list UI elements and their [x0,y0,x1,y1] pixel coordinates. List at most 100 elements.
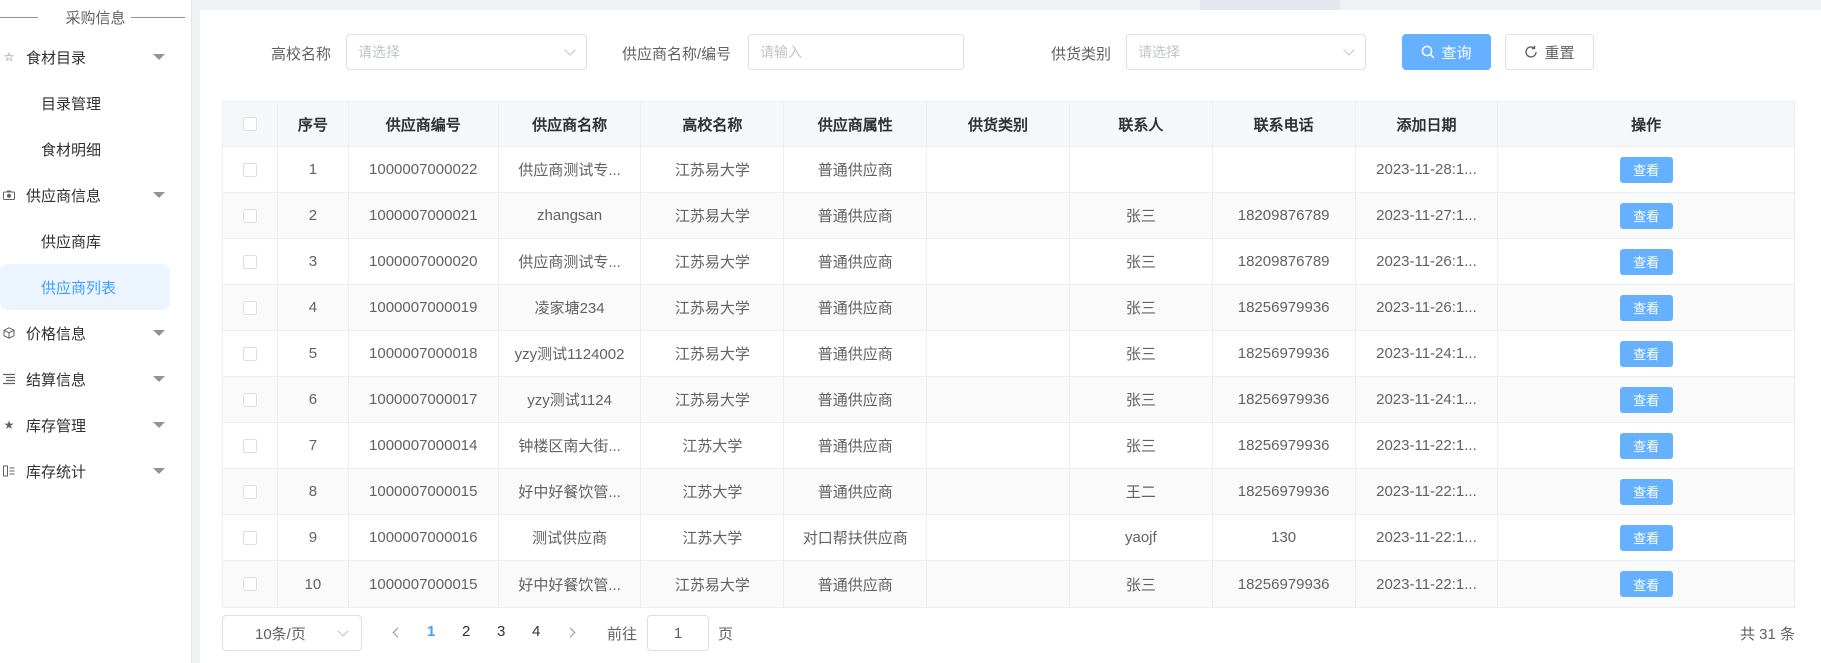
select-all-checkbox[interactable] [242,117,257,131]
menu-label: 价格信息 [26,325,87,343]
school-name-cell: 江苏大学 [641,469,785,514]
row-checkbox[interactable] [242,254,257,269]
refresh-icon [1525,45,1538,58]
view-button[interactable]: 查看 [1619,202,1673,229]
school-select-placeholder: 请选择 [358,44,400,60]
prev-page-icon[interactable] [392,627,403,638]
reset-button[interactable]: 重置 [1505,34,1594,70]
header-checkbox-cell [223,102,278,146]
menu-settlement-info[interactable]: 结算信息 [0,356,191,402]
row-checkbox-cell [223,147,278,192]
table-row: 8 1000007000015 好中好餐饮管... 江苏大学 普通供应商 王二 182569… [223,469,1794,515]
supply-category-cell [927,423,1070,468]
menu-inventory-management[interactable]: ★ 库存管理 [0,402,191,448]
header-cell: 操作 [1631,116,1662,134]
pagination: 10条/页 1 2 3 4 前往 1 页 共 31 条 [222,615,1795,651]
next-page-icon[interactable] [565,627,576,638]
view-button[interactable]: 查看 [1619,478,1673,505]
reset-button-label: 重置 [1544,44,1575,62]
row-checkbox[interactable] [242,577,257,591]
action-cell: 查看 [1498,515,1794,560]
view-button[interactable]: 查看 [1619,340,1673,367]
row-checkbox[interactable] [242,162,257,177]
view-button[interactable]: 查看 [1619,386,1673,413]
school-name-cell: 江苏易大学 [641,561,785,607]
supply-category-cell [927,239,1070,284]
row-index-cell: 6 [278,377,349,422]
view-button[interactable]: 查看 [1619,524,1673,551]
menu-inventory-statistics[interactable]: 库存统计 [0,448,191,494]
contact-phone-cell: 18209876789 [1213,239,1356,284]
menu-label: 供应商信息 [26,187,102,205]
menu-food-catalog[interactable]: ☆ 食材目录 [0,34,191,80]
action-cell: 查看 [1498,193,1794,238]
page-size-select[interactable]: 10条/页 [222,615,362,651]
caret-down-icon [153,468,165,474]
supplier-name-cell: 供应商测试专... [499,147,642,192]
star-outline-icon: ☆ [3,50,15,64]
contact-phone-cell: 18256979936 [1213,331,1356,376]
menu-label: 食材目录 [26,49,87,67]
row-checkbox[interactable] [242,300,257,315]
school-name-cell: 江苏易大学 [641,377,785,422]
page-3[interactable]: 3 [497,623,505,640]
supply-category-cell [927,147,1070,192]
sidebar-item-catalog-management[interactable]: 目录管理 [0,80,191,126]
caret-down-icon [153,422,165,428]
row-checkbox[interactable] [242,392,257,407]
sidebar-item-supplier-list[interactable]: 供应商列表 [0,264,170,310]
row-checkbox-cell [223,331,278,376]
view-button[interactable]: 查看 [1619,432,1673,459]
row-checkbox[interactable] [242,208,257,223]
contact-person-cell: 张三 [1070,239,1213,284]
caret-down-icon [153,376,165,382]
query-button[interactable]: 查询 [1402,34,1491,70]
row-checkbox-cell [223,377,278,422]
sidebar-item-food-details[interactable]: 食材明细 [0,126,191,172]
sidebar-item-supplier-library[interactable]: 供应商库 [0,218,191,264]
page-1[interactable]: 1 [427,623,435,640]
menu-supplier-info[interactable]: 供应商信息 [0,172,191,218]
view-button[interactable]: 查看 [1619,571,1673,597]
header-cell: 联系电话 [1213,102,1356,146]
view-button[interactable]: 查看 [1619,248,1673,275]
row-checkbox[interactable] [242,484,257,499]
action-cell: 查看 [1498,239,1794,284]
view-button[interactable]: 查看 [1619,156,1673,183]
added-date-cell: 2023-11-27:1... [1356,193,1499,238]
school-name-cell: 江苏大学 [641,423,785,468]
school-select[interactable]: 请选择 [346,34,587,70]
view-button[interactable]: 查看 [1619,294,1673,321]
table-row: 5 1000007000018 yzy测试1124002 江苏易大学 普通供应商 张三 18… [223,331,1794,377]
goto-label: 前往 [607,626,638,643]
tab-placeholder[interactable] [1200,0,1340,10]
row-checkbox-cell [223,239,278,284]
row-index-cell: 4 [278,285,349,330]
table-header-row: 序号 供应商编号 供应商名称 高校名称 供应商属性 供货类别 联系人 联系电话 … [223,102,1794,147]
filter-bar: 高校名称 请选择 供应商名称/编号 请输入 供货类别 请选择 查询 重置 [200,34,1821,72]
supplier-type-cell: 对口帮扶供应商 [784,515,928,560]
total-count: 共 31 条 [1739,626,1795,643]
page-4[interactable]: 4 [532,623,540,640]
page-2[interactable]: 2 [462,623,470,640]
goto-page-input[interactable]: 1 [647,615,709,651]
supplier-type-cell: 普通供应商 [784,561,928,607]
menu-label: 库存统计 [26,463,87,481]
row-checkbox[interactable] [242,438,257,453]
row-index-cell: 5 [278,331,349,376]
added-date-cell: 2023-11-22:1... [1356,561,1499,607]
category-select[interactable]: 请选择 [1126,34,1366,70]
caret-down-icon [153,330,165,336]
chevron-down-icon [337,625,349,637]
contact-person-cell: 张三 [1070,423,1213,468]
row-index-cell: 2 [278,193,349,238]
menu-price-info[interactable]: 价格信息 [0,310,191,356]
supplier-type-cell: 普通供应商 [784,147,928,192]
supplier-name-cell: 钟楼区南大街... [499,423,642,468]
table-row: 2 1000007000021 zhangsan 江苏易大学 普通供应商 张三 182098… [223,193,1794,239]
supplier-input[interactable]: 请输入 [748,34,964,70]
supplier-name-cell: 供应商测试专... [499,239,642,284]
row-checkbox[interactable] [242,346,257,361]
row-checkbox[interactable] [242,530,257,545]
sidebar-group-title: 采购信息 [0,0,191,34]
